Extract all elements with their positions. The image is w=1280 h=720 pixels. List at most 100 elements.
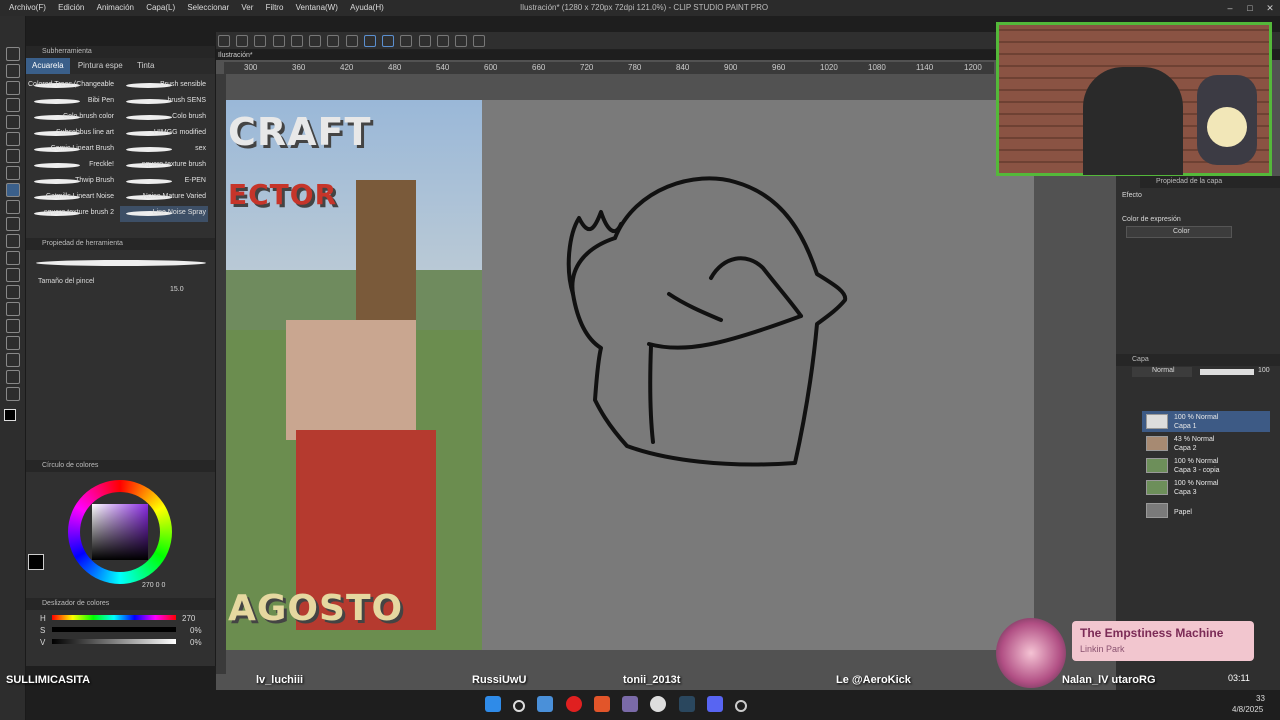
brush-tool-icon[interactable]	[6, 183, 20, 197]
balloon-tool-icon[interactable]	[6, 370, 20, 384]
search-icon[interactable]	[513, 700, 526, 712]
youtube-icon[interactable]	[565, 696, 582, 712]
zoom-tool-icon[interactable]	[6, 47, 20, 61]
transform-icon[interactable]	[418, 35, 431, 47]
eyedropper-tool-icon[interactable]	[6, 132, 20, 146]
brush-item[interactable]: Comic Lineart Brush	[28, 142, 116, 158]
redo-icon[interactable]	[290, 35, 303, 47]
opacity-slider[interactable]	[1200, 369, 1254, 375]
brush-item[interactable]: E-PEN	[120, 174, 208, 190]
brush-item[interactable]: Colo brush	[120, 110, 208, 126]
layer-row[interactable]: 100 % Normal Capa 3	[1142, 477, 1270, 498]
brush-item[interactable]: Catmills Lineart Noise	[28, 190, 116, 206]
minimize-icon[interactable]: –	[1220, 0, 1240, 16]
gradient-tool-icon[interactable]	[6, 285, 20, 299]
color-square[interactable]	[92, 504, 148, 560]
layer-name: Capa 2	[1174, 445, 1197, 452]
main-color-swatch[interactable]	[4, 409, 16, 421]
brush-item[interactable]: HIMGG modified	[120, 126, 208, 142]
brush-item[interactable]: square texture brush	[120, 158, 208, 174]
save-icon[interactable]	[254, 35, 267, 47]
subtool-panel-title: Subherramienta	[26, 46, 215, 58]
brush-item[interactable]: Subsebbus line art	[28, 126, 116, 142]
hue-slider[interactable]	[52, 615, 176, 620]
menu-ver[interactable]: Ver	[236, 1, 258, 15]
settings-gear-icon[interactable]	[735, 700, 748, 712]
ruler-tool-icon[interactable]	[6, 336, 20, 350]
brush-item[interactable]: Brush sensible	[120, 78, 208, 94]
menu-archivo[interactable]: Archivo(F)	[4, 1, 51, 15]
move-tool-icon[interactable]	[6, 81, 20, 95]
brush-item[interactable]: Noise Mature Varied	[120, 190, 208, 206]
brush-item[interactable]: Freckle!	[28, 158, 116, 174]
brush-item[interactable]: square texture brush 2	[28, 206, 116, 222]
tab-acuarela[interactable]: Acuarela	[26, 58, 70, 74]
pen-pressure-icon[interactable]	[400, 35, 413, 47]
snap-ruler-icon[interactable]	[363, 35, 376, 47]
close-icon[interactable]: ✕	[1260, 0, 1280, 16]
eraser-tool-icon[interactable]	[6, 234, 20, 248]
lasso-tool-icon[interactable]	[6, 115, 20, 129]
brush-item[interactable]: sex	[120, 142, 208, 158]
brush-item[interactable]: Colored Trees (Changeable	[28, 78, 116, 94]
discord-icon[interactable]	[706, 696, 723, 712]
layer-name: Capa 1	[1174, 423, 1197, 430]
windows-start-icon[interactable]	[485, 696, 501, 712]
snap-grid-icon[interactable]	[382, 35, 395, 47]
undo-icon[interactable]	[272, 35, 285, 47]
menu-edicion[interactable]: Edición	[53, 1, 89, 15]
settings-icon[interactable]	[309, 35, 322, 47]
blend-tool-icon[interactable]	[6, 251, 20, 265]
steam-icon[interactable]	[678, 696, 695, 712]
select-tool-icon[interactable]	[6, 98, 20, 112]
tab-pintura[interactable]: Pintura espe	[72, 58, 129, 74]
brush-item-selected[interactable]: Line Noise Spray	[120, 206, 208, 222]
crop-icon[interactable]	[345, 35, 358, 47]
menu-ventana[interactable]: Ventana(W)	[291, 1, 343, 15]
grid-icon[interactable]	[473, 35, 486, 47]
rotate-icon[interactable]	[455, 35, 468, 47]
layer-row[interactable]: 100 % Normal Capa 3 - copia	[1142, 455, 1270, 476]
menu-seleccionar[interactable]: Seleccionar	[182, 1, 234, 15]
hand-tool-icon[interactable]	[6, 64, 20, 78]
menu-ayuda[interactable]: Ayuda(H)	[345, 1, 389, 15]
pencil-tool-icon[interactable]	[6, 166, 20, 180]
browser-icon[interactable]	[593, 696, 610, 712]
pen-tool-icon[interactable]	[6, 149, 20, 163]
new-file-icon[interactable]	[218, 35, 230, 47]
correction-tool-icon[interactable]	[6, 387, 20, 401]
fill-tool-icon[interactable]	[6, 268, 20, 282]
layer-row[interactable]: 100 % Normal Capa 1	[1142, 411, 1270, 432]
brush-item[interactable]: Bibi Pen	[28, 94, 116, 110]
obs-icon[interactable]	[650, 696, 667, 712]
ruler-tick-label: 1020	[820, 63, 838, 72]
saturation-slider[interactable]	[52, 627, 176, 632]
frame-tool-icon[interactable]	[6, 319, 20, 333]
menu-animacion[interactable]: Animación	[92, 1, 139, 15]
brush-size-value[interactable]: 15.0	[170, 286, 184, 293]
brush-item[interactable]: brush SENS	[120, 94, 208, 110]
image-subtitle-word: ECTOR	[228, 178, 338, 211]
value-slider[interactable]	[52, 639, 176, 644]
blend-mode-select[interactable]: Normal	[1132, 367, 1192, 377]
flip-icon[interactable]	[436, 35, 449, 47]
menu-filtro[interactable]: Filtro	[261, 1, 289, 15]
text-tool-icon[interactable]	[6, 353, 20, 367]
brush-item[interactable]: Thwip Brush	[28, 174, 116, 190]
photos-icon[interactable]	[537, 696, 554, 712]
main-color-chip[interactable]	[28, 554, 44, 570]
fill-icon[interactable]	[327, 35, 340, 47]
menu-capa[interactable]: Capa(L)	[141, 1, 180, 15]
maximize-icon[interactable]: □	[1240, 0, 1260, 16]
brush-item[interactable]: Colo brush color	[28, 110, 116, 126]
decoration-tool-icon[interactable]	[6, 217, 20, 231]
airbrush-tool-icon[interactable]	[6, 200, 20, 214]
expression-color-select[interactable]: Color	[1126, 226, 1232, 238]
layer-row[interactable]: Papel	[1142, 500, 1270, 521]
open-file-icon[interactable]	[236, 35, 249, 47]
document-tab[interactable]: Ilustración*	[218, 52, 253, 59]
app-icon[interactable]	[622, 696, 639, 712]
tab-tinta[interactable]: Tinta	[131, 58, 161, 74]
figure-tool-icon[interactable]	[6, 302, 20, 316]
layer-row[interactable]: 43 % Normal Capa 2	[1142, 433, 1270, 454]
